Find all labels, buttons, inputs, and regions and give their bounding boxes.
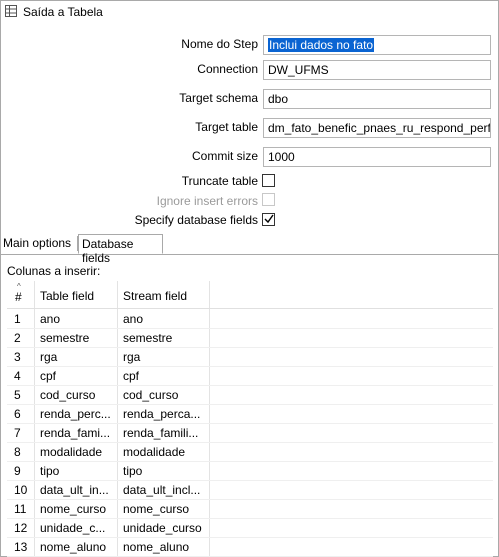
connection-label: Connection — [197, 62, 258, 76]
connection-field[interactable]: DW_UFMS — [263, 60, 491, 80]
target-table-field[interactable]: dm_fato_benefic_pnaes_ru_respond_perfil — [263, 118, 491, 138]
row-number-cell[interactable]: 2 — [14, 331, 34, 345]
table-header: ^ # Table field Stream field — [7, 281, 493, 309]
stream-field-cell[interactable]: renda_perca... — [123, 407, 209, 421]
ignore-insert-errors-checkbox — [262, 193, 275, 206]
table-row[interactable]: 12 unidade_c... unidade_curso — [7, 518, 493, 538]
table-field-cell[interactable]: ano — [40, 312, 118, 326]
tab-bar: Main options Database fields — [1, 232, 498, 265]
column-header-table-field[interactable]: Table field — [40, 289, 94, 303]
check-icon — [264, 214, 274, 224]
truncate-table-label: Truncate table — [181, 174, 258, 188]
table-row[interactable]: 2 semestre semestre — [7, 328, 493, 348]
row-number-cell[interactable]: 4 — [14, 369, 34, 383]
stream-field-cell[interactable]: ano — [123, 312, 209, 326]
stream-field-cell[interactable]: renda_famili... — [123, 426, 209, 440]
truncate-table-checkbox[interactable] — [262, 174, 275, 187]
table-row[interactable]: 5 cod_curso cod_curso — [7, 385, 493, 405]
row-number-cell[interactable]: 3 — [14, 350, 34, 364]
stream-field-cell[interactable]: semestre — [123, 331, 209, 345]
table-field-cell[interactable]: rga — [40, 350, 118, 364]
row-number-cell[interactable]: 11 — [14, 502, 34, 516]
row-number-cell[interactable]: 12 — [14, 521, 34, 535]
tab-main-options[interactable]: Main options — [3, 234, 79, 253]
row-number-cell[interactable]: 5 — [14, 388, 34, 402]
specify-fields-label: Specify database fields — [134, 213, 258, 227]
column-header-stream-field[interactable]: Stream field — [123, 289, 187, 303]
table-field-cell[interactable]: data_ult_in... — [40, 483, 118, 497]
stream-field-cell[interactable]: cod_curso — [123, 388, 209, 402]
step-name-value: Inclui dados no fato — [268, 38, 375, 52]
row-number-cell[interactable]: 1 — [14, 312, 34, 326]
stream-field-cell[interactable]: unidade_curso — [123, 521, 209, 535]
column-header-number[interactable]: # — [15, 290, 22, 304]
commit-size-label: Commit size — [191, 149, 258, 163]
row-number-cell[interactable]: 9 — [14, 464, 34, 478]
table-row[interactable]: 9 tipo tipo — [7, 461, 493, 481]
table-field-cell[interactable]: cpf — [40, 369, 118, 383]
title-bar: Saída a Tabela — [1, 1, 498, 23]
table-row[interactable]: 13 nome_aluno nome_aluno — [7, 537, 493, 557]
target-schema-field[interactable]: dbo — [263, 89, 491, 109]
table-row[interactable]: 4 cpf cpf — [7, 366, 493, 386]
table-row[interactable]: 7 renda_fami... renda_famili... — [7, 423, 493, 443]
columns-to-insert-label: Colunas a inserir: — [7, 264, 101, 278]
table-field-cell[interactable]: renda_perc... — [40, 407, 118, 421]
stream-field-cell[interactable]: rga — [123, 350, 209, 364]
fields-table: ^ # Table field Stream field 1 ano ano 2 sem… — [7, 281, 493, 557]
stream-field-cell[interactable]: modalidade — [123, 445, 209, 459]
row-number-cell[interactable]: 8 — [14, 445, 34, 459]
table-field-cell[interactable]: cod_curso — [40, 388, 118, 402]
window-title: Saída a Tabela — [23, 5, 103, 19]
specify-fields-checkbox[interactable] — [262, 213, 275, 226]
target-table-label: Target table — [195, 120, 258, 134]
stream-field-cell[interactable]: data_ult_incl... — [123, 483, 209, 497]
table-field-cell[interactable]: nome_aluno — [40, 540, 118, 554]
table-field-cell[interactable]: nome_curso — [40, 502, 118, 516]
row-number-cell[interactable]: 10 — [14, 483, 34, 497]
table-row[interactable]: 8 modalidade modalidade — [7, 442, 493, 462]
row-number-cell[interactable]: 7 — [14, 426, 34, 440]
commit-size-field[interactable]: 1000 — [263, 147, 491, 167]
table-field-cell[interactable]: unidade_c... — [40, 521, 118, 535]
row-number-cell[interactable]: 13 — [14, 540, 34, 554]
ignore-insert-errors-label: Ignore insert errors — [156, 194, 258, 208]
step-name-label: Nome do Step — [181, 37, 258, 51]
table-field-cell[interactable]: modalidade — [40, 445, 118, 459]
table-row[interactable]: 11 nome_curso nome_curso — [7, 499, 493, 519]
table-icon — [5, 5, 17, 17]
table-field-cell[interactable]: tipo — [40, 464, 118, 478]
stream-field-cell[interactable]: nome_curso — [123, 502, 209, 516]
table-row[interactable]: 3 rga rga — [7, 347, 493, 367]
tab-database-fields[interactable]: Database fields — [78, 234, 163, 265]
step-name-input[interactable]: Inclui dados no fato — [263, 35, 491, 55]
stream-field-cell[interactable]: nome_aluno — [123, 540, 209, 554]
target-schema-label: Target schema — [179, 91, 258, 105]
row-number-cell[interactable]: 6 — [14, 407, 34, 421]
table-row[interactable]: 6 renda_perc... renda_perca... — [7, 404, 493, 424]
stream-field-cell[interactable]: cpf — [123, 369, 209, 383]
table-field-cell[interactable]: renda_fami... — [40, 426, 118, 440]
table-row[interactable]: 10 data_ult_in... data_ult_incl... — [7, 480, 493, 500]
table-row[interactable]: 1 ano ano — [7, 309, 493, 329]
stream-field-cell[interactable]: tipo — [123, 464, 209, 478]
table-field-cell[interactable]: semestre — [40, 331, 118, 345]
